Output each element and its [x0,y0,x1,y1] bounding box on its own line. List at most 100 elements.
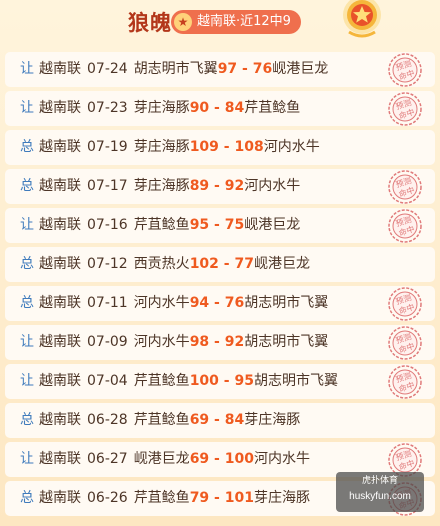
away-team: 芹苴鲶鱼 [244,100,301,116]
match-summary: 越南联 07-17 芽庄海豚89 - 92河内水牛 [39,169,300,204]
bet-type-label: 总 [20,178,34,194]
match-date: 07-16 [87,217,128,233]
match-date: 07-11 [87,295,128,311]
league-name: 越南联 [39,256,81,272]
match-score: 102 - 77 [189,256,254,272]
league-name: 越南联 [39,100,81,116]
match-score: 89 - 92 [189,178,245,194]
match-summary: 越南联 07-11 河内水牛94 - 76胡志明市飞翼 [39,286,328,321]
match-date: 07-23 [87,100,128,116]
match-summary: 越南联 07-24 胡志明市飞翼97 - 76岘港巨龙 [39,52,328,87]
match-summary: 越南联 06-26 芹苴鲶鱼79 - 101芽庄海豚 [39,481,310,516]
home-team: 芹苴鲶鱼 [133,217,190,233]
record-row[interactable]: 总越南联 06-28 芹苴鲶鱼69 - 84芽庄海豚 [5,403,435,438]
record-badge[interactable]: ★ 越南联·近12中9 [171,10,301,34]
hit-stamp-icon: 预测命中 [387,364,423,400]
record-row[interactable]: 让越南联 07-09 河内水牛98 - 92胡志明市飞翼 预测 命中 [5,325,435,360]
league-name: 越南联 [39,412,81,428]
expert-name: 狼魄 [128,11,172,35]
hit-stamp-icon: 预测命中 [387,208,423,244]
site-watermark: 虎扑体育 huskyfun.com [336,472,424,512]
league-name: 越南联 [39,490,81,506]
bet-type-label: 总 [20,256,34,272]
home-team: 芽庄海豚 [133,178,190,194]
match-date: 06-27 [87,451,128,467]
away-team: 河内水牛 [253,451,310,467]
league-name: 越南联 [39,373,81,389]
record-badge-label: 越南联·近12中9 [197,14,291,29]
record-row[interactable]: 总越南联 07-17 芽庄海豚89 - 92河内水牛 预测 命中 [5,169,435,204]
home-team: 芹苴鲶鱼 [133,412,190,428]
bet-type-label: 总 [20,412,34,428]
match-score: 100 - 95 [189,373,254,389]
match-date: 07-09 [87,334,128,350]
away-team: 胡志明市飞翼 [244,295,329,311]
bet-type-label: 让 [20,334,34,350]
home-team: 西贡热火 [133,256,190,272]
bet-type-label: 让 [20,373,34,389]
league-name: 越南联 [39,334,81,350]
record-row[interactable]: 让越南联 07-04 芹苴鲶鱼100 - 95胡志明市飞翼 预测 命中 [5,364,435,399]
league-name: 越南联 [39,295,81,311]
record-row[interactable]: 让越南联 07-24 胡志明市飞翼97 - 76岘港巨龙 预测 命中 [5,52,435,87]
away-team: 岘港巨龙 [272,61,329,77]
away-team: 河内水牛 [263,139,320,155]
home-team: 芽庄海豚 [133,139,190,155]
away-team: 芽庄海豚 [244,412,301,428]
match-date: 07-17 [87,178,128,194]
match-summary: 越南联 07-19 芽庄海豚109 - 108河内水牛 [39,130,320,165]
home-team: 岘港巨龙 [133,451,190,467]
bet-type-label: 总 [20,490,34,506]
away-team: 胡志明市飞翼 [244,334,329,350]
match-score: 69 - 84 [189,412,245,428]
match-date: 07-24 [87,61,128,77]
match-date: 07-04 [87,373,128,389]
away-team: 胡志明市飞翼 [253,373,338,389]
hit-stamp-icon: 预测命中 [387,52,423,88]
match-score: 98 - 92 [189,334,245,350]
match-score: 95 - 75 [189,217,245,233]
match-score: 90 - 84 [189,100,245,116]
match-score: 69 - 100 [189,451,254,467]
away-team: 河内水牛 [244,178,301,194]
expert-header: 狼魄 ★ 越南联·近12中9 [0,0,440,46]
bet-type-label: 总 [20,295,34,311]
away-team: 岘港巨龙 [253,256,310,272]
match-summary: 越南联 06-27 岘港巨龙69 - 100河内水牛 [39,442,310,477]
match-summary: 越南联 07-16 芹苴鲶鱼95 - 75岘港巨龙 [39,208,300,243]
bet-type-label: 让 [20,61,34,77]
watermark-url: huskyfun.com [349,491,411,502]
league-name: 越南联 [39,139,81,155]
record-row[interactable]: 让越南联 07-16 芹苴鲶鱼95 - 75岘港巨龙 预测 命中 [5,208,435,243]
bet-type-label: 让 [20,217,34,233]
match-summary: 越南联 07-09 河内水牛98 - 92胡志明市飞翼 [39,325,328,360]
home-team: 河内水牛 [133,334,190,350]
match-summary: 越南联 06-28 芹苴鲶鱼69 - 84芽庄海豚 [39,403,300,438]
prediction-record-list: 让越南联 07-24 胡志明市飞翼97 - 76岘港巨龙 预测 命中让越南联 07-23 芽… [5,52,435,520]
match-summary: 越南联 07-23 芽庄海豚90 - 84芹苴鲶鱼 [39,91,300,126]
league-name: 越南联 [39,178,81,194]
record-row[interactable]: 总越南联 07-11 河内水牛94 - 76胡志明市飞翼 预测 命中 [5,286,435,321]
home-team: 胡志明市飞翼 [133,61,218,77]
bet-type-label: 让 [20,451,34,467]
gold-medal-icon [343,0,381,38]
star-icon: ★ [174,13,192,31]
match-summary: 越南联 07-04 芹苴鲶鱼100 - 95胡志明市飞翼 [39,364,338,399]
match-date: 06-26 [87,490,128,506]
match-date: 07-12 [87,256,128,272]
bet-type-label: 让 [20,100,34,116]
home-team: 芹苴鲶鱼 [133,490,190,506]
league-name: 越南联 [39,61,81,77]
match-score: 109 - 108 [189,139,264,155]
home-team: 芹苴鲶鱼 [133,373,190,389]
match-summary: 越南联 07-12 西贡热火102 - 77岘港巨龙 [39,247,310,282]
record-row[interactable]: 让越南联 07-23 芽庄海豚90 - 84芹苴鲶鱼 预测 命中 [5,91,435,126]
home-team: 芽庄海豚 [133,100,190,116]
match-date: 07-19 [87,139,128,155]
hit-stamp-icon: 预测命中 [387,169,423,205]
home-team: 河内水牛 [133,295,190,311]
match-score: 79 - 101 [189,490,254,506]
record-row[interactable]: 总越南联 07-12 西贡热火102 - 77岘港巨龙 [5,247,435,282]
record-row[interactable]: 总越南联 07-19 芽庄海豚109 - 108河内水牛 [5,130,435,165]
away-team: 芽庄海豚 [253,490,310,506]
